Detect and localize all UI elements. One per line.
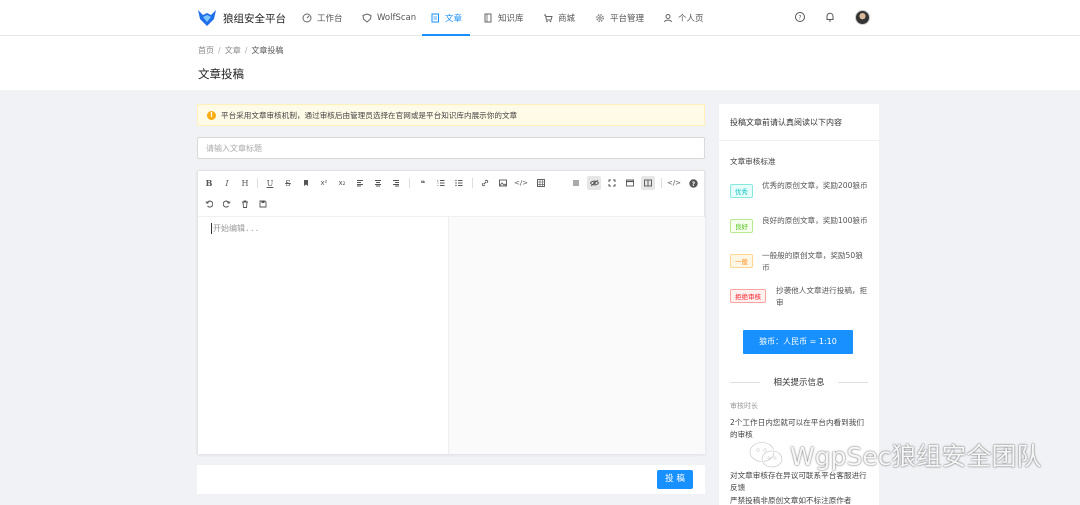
- html-code-icon[interactable]: </>: [667, 176, 681, 190]
- notice-text: 平台采用文章审核机制，通过审核后由管理员选择在官网或是平台知识库内展示你的文章: [221, 110, 518, 120]
- editor-input-pane[interactable]: 开始编辑...: [198, 217, 449, 454]
- nav-admin[interactable]: 平台管理: [595, 0, 644, 36]
- book-icon: [484, 13, 492, 23]
- submit-button[interactable]: 投 稿: [657, 470, 693, 489]
- nav-label: 个人页: [678, 14, 704, 24]
- trash-icon[interactable]: [238, 197, 252, 211]
- brand-name: 狼组安全平台: [223, 12, 286, 25]
- rule-text: 一般般的原创文章，奖励50狼币: [762, 251, 863, 272]
- help-circle-icon[interactable]: ?: [686, 176, 700, 190]
- nav-profile[interactable]: 个人页: [663, 0, 704, 36]
- wolf-logo-icon: [198, 10, 216, 26]
- align-center-icon[interactable]: [371, 176, 385, 190]
- user-icon: [664, 14, 672, 23]
- rule-text: 良好的原创文章，奖励100狼币: [762, 216, 868, 225]
- article-icon: [431, 13, 439, 23]
- nav-label: 平台管理: [610, 14, 645, 24]
- wechat-icon: [748, 441, 784, 469]
- avatar[interactable]: [855, 10, 870, 25]
- nav-label: 工作台: [317, 14, 343, 24]
- status-badge: 优秀: [730, 184, 753, 198]
- bold-icon[interactable]: B: [202, 176, 216, 190]
- page-header: 首页 / 文章 / 文章投稿 文章投稿: [0, 36, 1080, 90]
- hint-text: 严禁投稿非原创文章如不标注原作者: [730, 496, 852, 505]
- fullscreen-icon[interactable]: [605, 176, 619, 190]
- submit-bar: 投 稿: [197, 465, 705, 494]
- title-input[interactable]: [197, 137, 705, 159]
- quote-icon[interactable]: ❝: [416, 176, 430, 190]
- svg-text:?: ?: [691, 180, 695, 187]
- table-icon[interactable]: [534, 176, 548, 190]
- nav-shop[interactable]: 商城: [543, 0, 575, 36]
- shield-icon: [362, 13, 372, 23]
- superscript-icon[interactable]: x²: [317, 176, 331, 190]
- nav-label: WolfScan: [377, 13, 417, 23]
- code-icon[interactable]: </>: [514, 176, 528, 190]
- undo-icon[interactable]: [202, 197, 216, 211]
- nav-wolfscan[interactable]: WolfScan: [362, 0, 416, 36]
- breadcrumb: 首页 / 文章 / 文章投稿: [198, 46, 284, 55]
- align-right-icon[interactable]: [389, 176, 403, 190]
- nav-article[interactable]: 文章: [421, 0, 471, 36]
- underline-icon[interactable]: U: [263, 176, 277, 190]
- subscript-icon[interactable]: x₂: [335, 176, 349, 190]
- breadcrumb-home[interactable]: 首页: [198, 46, 214, 55]
- nav-knowledge[interactable]: 知识库: [483, 0, 524, 36]
- dashboard-icon: [302, 13, 312, 23]
- editor-toolbar: B I H U S x² x₂ ❝ </> </> ?: [198, 171, 704, 217]
- heading-icon[interactable]: H: [238, 176, 252, 190]
- strikethrough-icon[interactable]: S: [281, 176, 295, 190]
- panel-heading: 投稿文章前请认真阅读以下内容: [730, 118, 842, 127]
- top-navbar: 狼组安全平台 工作台 WolfScan 文章 知识库 商城 平台管理 个人页 ?: [0, 0, 1080, 36]
- nav-dashboard[interactable]: 工作台: [302, 0, 343, 36]
- status-badge: 拒绝审核: [730, 289, 766, 303]
- unordered-list-icon[interactable]: [452, 176, 466, 190]
- align-left-icon[interactable]: [353, 176, 367, 190]
- exchange-rate-button[interactable]: 狼币：人民币 = 1:10: [743, 330, 853, 354]
- mark-icon[interactable]: [299, 176, 313, 190]
- image-icon[interactable]: [496, 176, 510, 190]
- bell-icon[interactable]: [824, 11, 836, 23]
- editor-preview-pane: [449, 217, 705, 454]
- rule-text: 抄袭他人文章进行投稿，拒审: [776, 286, 868, 307]
- svg-text:?: ?: [798, 14, 801, 21]
- editor-placeholder: 开始编辑...: [211, 223, 260, 234]
- markdown-editor: B I H U S x² x₂ ❝ </> </> ? 开始编辑...: [197, 170, 705, 454]
- review-standards-title: 文章审核标准: [730, 157, 776, 166]
- preview-icon[interactable]: [587, 176, 601, 190]
- save-icon[interactable]: [256, 197, 270, 211]
- nav-label: 商城: [558, 14, 576, 24]
- breadcrumb-current: 文章投稿: [251, 46, 284, 55]
- page-title: 文章投稿: [198, 67, 244, 81]
- window-icon[interactable]: [623, 176, 637, 190]
- info-icon: !: [207, 110, 216, 120]
- nav-label: 知识库: [498, 14, 524, 24]
- watermark: WgpSec狼组安全团队: [748, 430, 1048, 480]
- hints-title: 相关提示信息: [730, 376, 868, 388]
- redo-icon[interactable]: [220, 197, 234, 211]
- hint-label: 审核时长: [730, 402, 758, 410]
- split-view-icon[interactable]: [641, 176, 655, 190]
- watermark-text: WgpSec狼组安全团队: [790, 442, 1042, 471]
- notice-banner: ! 平台采用文章审核机制，通过审核后由管理员选择在官网或是平台知识库内展示你的文…: [197, 104, 705, 126]
- ordered-list-icon[interactable]: [434, 176, 448, 190]
- status-badge: 一般: [730, 254, 753, 268]
- italic-icon[interactable]: I: [220, 176, 234, 190]
- breadcrumb-article[interactable]: 文章: [225, 46, 241, 55]
- status-badge: 良好: [730, 219, 753, 233]
- nav-label: 文章: [445, 14, 463, 24]
- brand[interactable]: 狼组安全平台: [197, 9, 286, 27]
- rule-text: 优秀的原创文章，奖励200狼币: [762, 181, 868, 190]
- menu-icon[interactable]: [569, 176, 583, 190]
- link-icon[interactable]: [478, 176, 492, 190]
- cart-icon: [544, 14, 553, 23]
- gear-icon: [596, 14, 604, 22]
- help-icon[interactable]: ?: [794, 11, 806, 23]
